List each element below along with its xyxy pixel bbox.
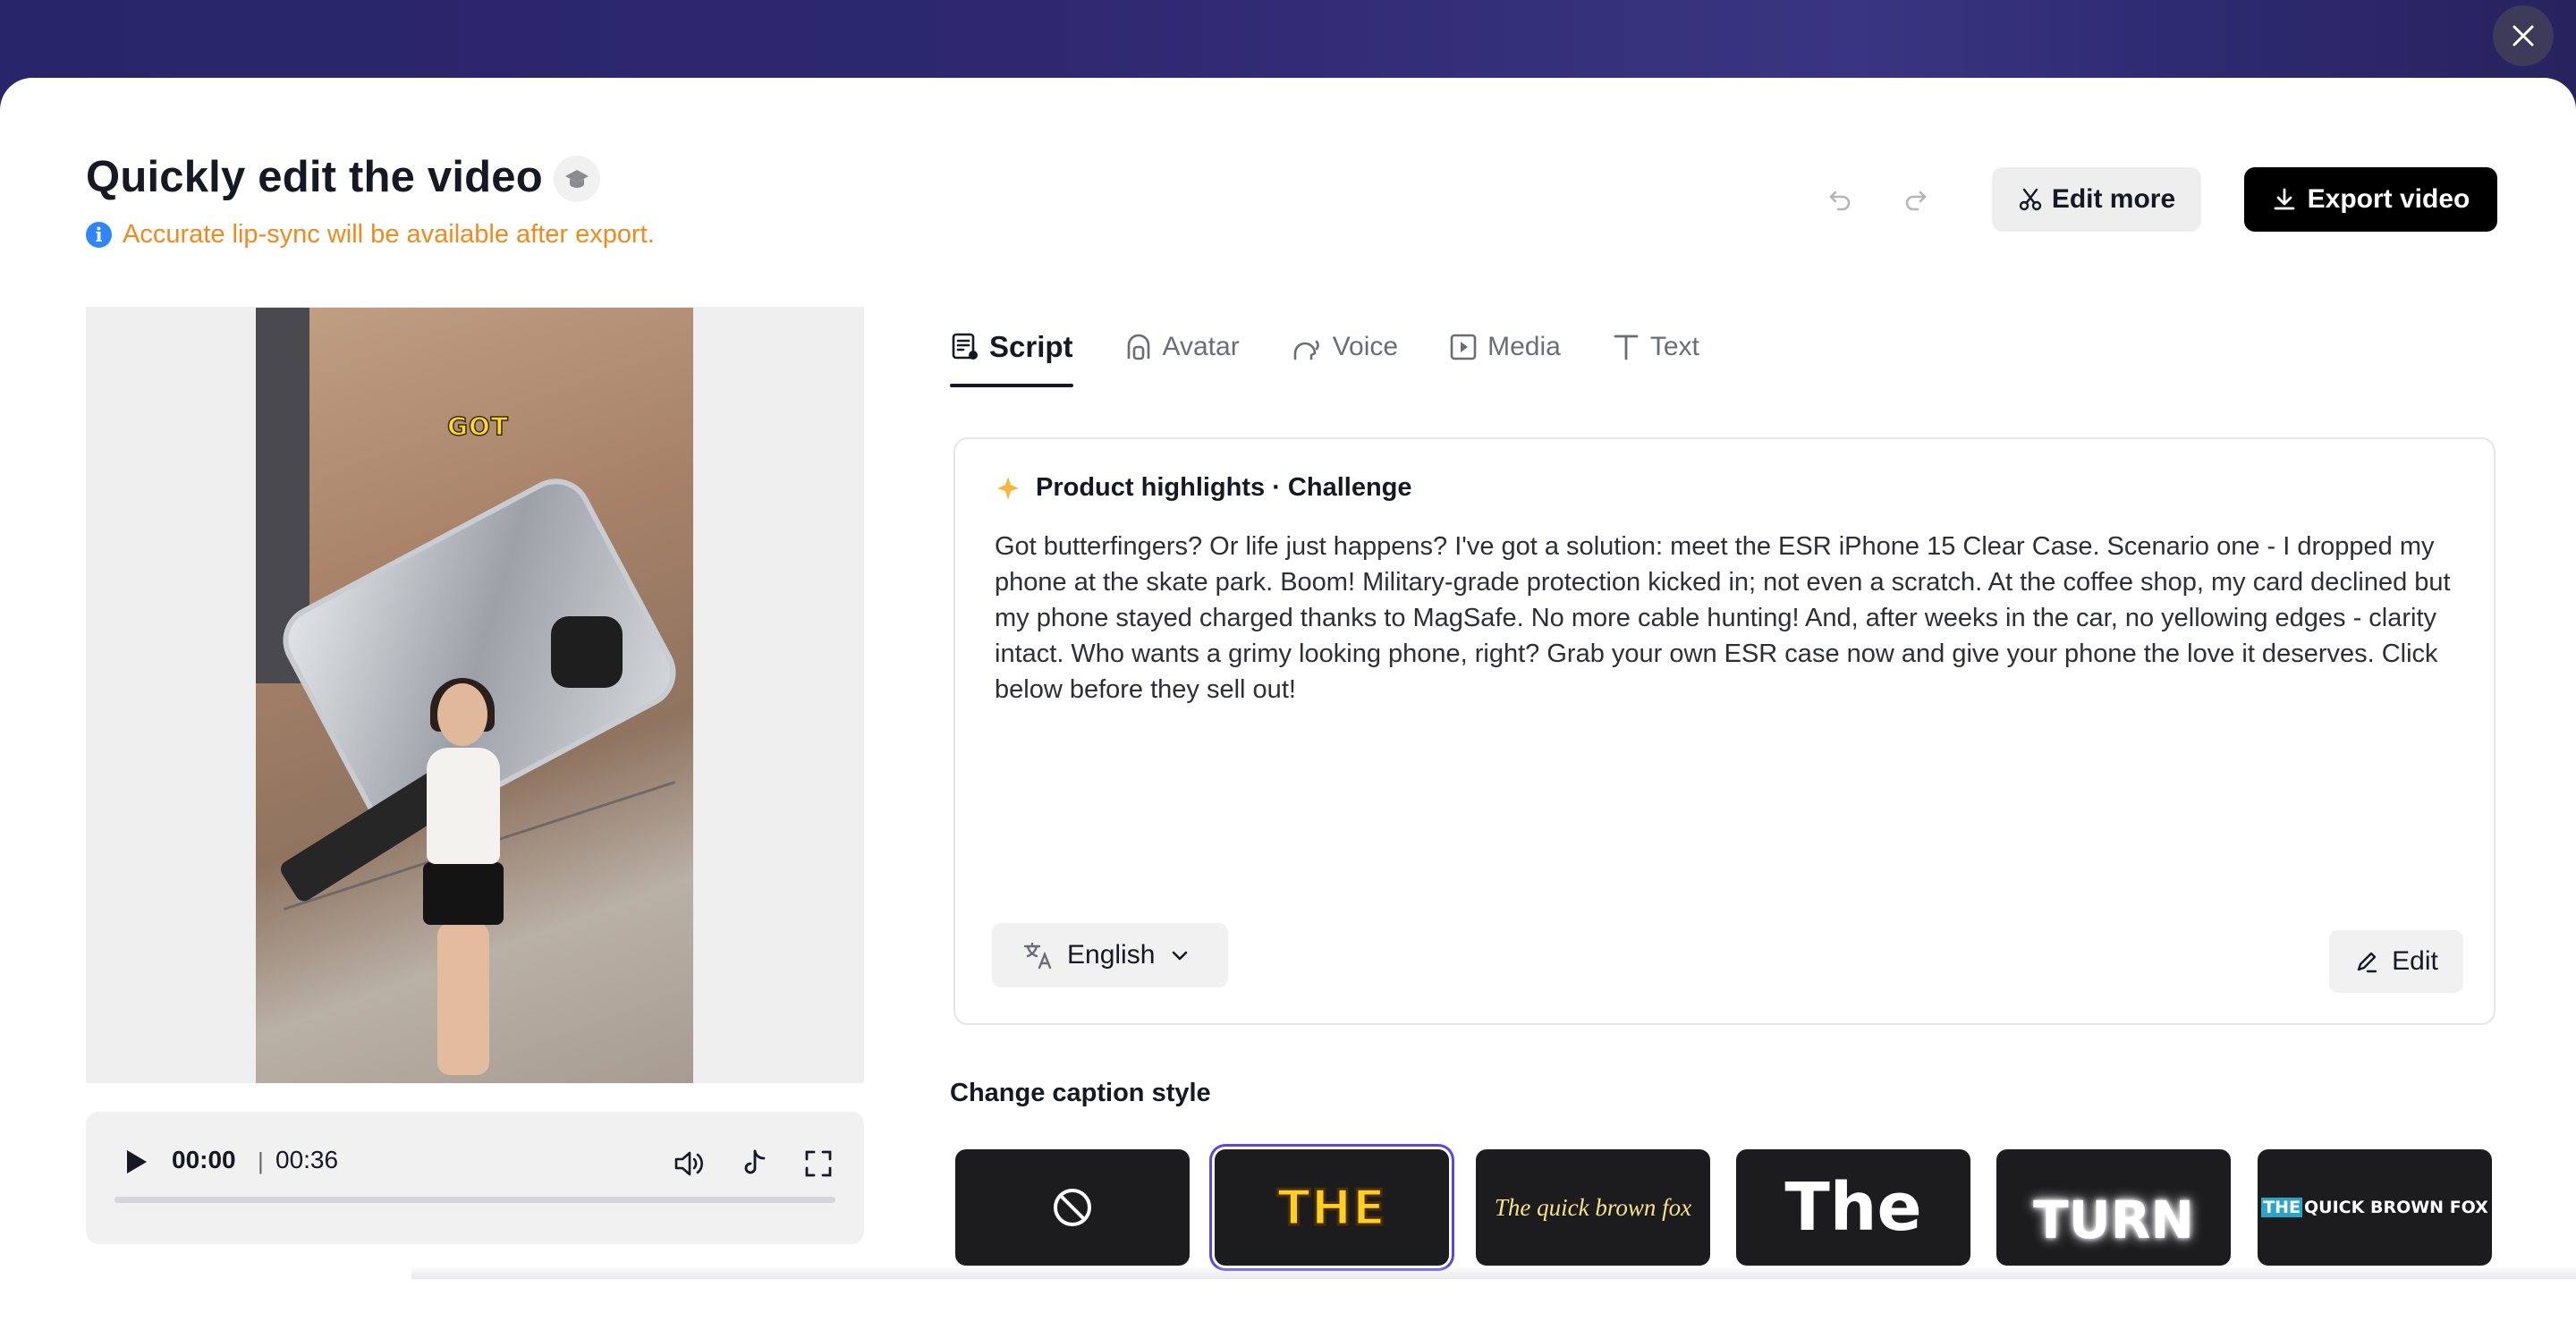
tab-text[interactable]: Text — [1611, 307, 1699, 387]
chevron-down-icon — [1173, 951, 1188, 961]
translate-icon — [1023, 942, 1052, 970]
info-icon: i — [86, 221, 112, 248]
current-time: 00:00 — [172, 1146, 236, 1173]
caption-style-preview: TURN — [2033, 1190, 2194, 1250]
edit-label: Edit — [2392, 946, 2438, 976]
media-icon — [1450, 334, 1477, 360]
close-icon — [2512, 25, 2534, 47]
caption-style-preview: THE — [1276, 1178, 1387, 1237]
undo-icon — [1829, 191, 1851, 211]
download-icon — [2274, 188, 2295, 210]
video-player-controls: 00:00 | 00:36 — [86, 1112, 864, 1244]
language-value: English — [1067, 940, 1156, 970]
tutorial-button[interactable] — [554, 156, 600, 202]
pencil-icon — [2357, 952, 2377, 973]
play-icon — [127, 1150, 147, 1173]
script-heading: Product highlights · Challenge — [995, 473, 1412, 503]
tab-script[interactable]: Script — [950, 307, 1073, 387]
tiktok-icon — [744, 1149, 766, 1174]
export-video-button[interactable]: Export video — [2244, 167, 2497, 232]
tab-text-label: Text — [1649, 332, 1699, 361]
language-select[interactable]: English — [992, 923, 1228, 987]
video-caption: GOT — [446, 411, 509, 442]
edit-script-button[interactable]: Edit — [2329, 930, 2463, 993]
tab-avatar-label: Avatar — [1162, 332, 1240, 361]
caption-style-list: THE The quick brown fox The TURN THE QUI… — [955, 1149, 2494, 1266]
volume-button[interactable] — [670, 1144, 709, 1183]
script-card: Product highlights · Challenge Got butte… — [953, 437, 2496, 1025]
edit-more-button[interactable]: Edit more — [1992, 167, 2201, 232]
script-heading-label: Product highlights · Challenge — [1036, 473, 1412, 502]
graduation-cap-icon — [565, 170, 589, 188]
script-text[interactable]: Got butterfingers? Or life just happens?… — [995, 529, 2462, 707]
undo-button[interactable] — [1821, 181, 1860, 220]
tab-voice-label: Voice — [1332, 332, 1399, 361]
close-button[interactable] — [2493, 5, 2554, 66]
caption-style-title: Change caption style — [950, 1079, 1211, 1107]
caption-style-italic[interactable]: The quick brown fox — [1476, 1149, 1710, 1266]
caption-style-none[interactable] — [955, 1149, 1190, 1266]
scissors-icon — [2019, 188, 2042, 211]
tab-voice[interactable]: Voice — [1290, 307, 1398, 387]
editor-tabs: Script Avatar Voice Media Text — [950, 307, 1750, 387]
voice-icon — [1293, 340, 1319, 360]
fullscreen-button[interactable] — [799, 1144, 838, 1183]
play-button[interactable] — [118, 1144, 154, 1180]
edit-more-label: Edit more — [2051, 184, 2176, 214]
page-title: Quickly edit the video — [86, 153, 543, 201]
avatar-figure — [405, 678, 521, 1077]
lip-sync-notice: i Accurate lip-sync will be available af… — [86, 220, 655, 249]
duration: 00:36 — [275, 1146, 339, 1173]
redo-button[interactable] — [1895, 181, 1935, 220]
caption-style-preview: The — [1784, 1169, 1922, 1246]
video-preview[interactable]: GOT — [256, 308, 693, 1083]
caption-style-yellow-bold[interactable]: THE — [1215, 1149, 1449, 1266]
scroll-fade — [411, 1266, 2576, 1279]
tab-media-label: Media — [1487, 332, 1561, 361]
export-label: Export video — [2307, 184, 2470, 214]
fullscreen-icon — [805, 1150, 832, 1177]
caption-style-highlight[interactable]: THE QUICK BROWN FOX — [2258, 1149, 2492, 1266]
caption-style-white-bold[interactable]: The — [1736, 1149, 1970, 1266]
caption-style-preview: THE QUICK BROWN FOX — [2261, 1198, 2488, 1217]
tab-script-label: Script — [989, 330, 1073, 363]
sparkle-icon — [997, 476, 1019, 500]
caption-style-rest: QUICK BROWN FOX — [2304, 1198, 2488, 1217]
redo-icon — [1905, 191, 1927, 211]
caption-style-highlight-word: THE — [2261, 1198, 2303, 1217]
tiktok-preview-button[interactable] — [734, 1144, 774, 1183]
caption-style-preview: The quick brown fox — [1494, 1193, 1692, 1221]
no-caption-icon — [1054, 1189, 1091, 1226]
progress-track[interactable] — [114, 1197, 835, 1203]
tab-media[interactable]: Media — [1448, 307, 1561, 387]
volume-icon — [674, 1151, 703, 1176]
notice-text: Accurate lip-sync will be available afte… — [123, 219, 655, 249]
video-scene-camera — [551, 616, 623, 688]
text-icon — [1614, 335, 1639, 360]
time-separator: | — [258, 1148, 264, 1174]
avatar-icon — [1127, 334, 1149, 360]
script-icon — [952, 333, 978, 360]
tab-avatar[interactable]: Avatar — [1123, 307, 1240, 387]
caption-style-glow[interactable]: TURN — [1996, 1149, 2231, 1266]
